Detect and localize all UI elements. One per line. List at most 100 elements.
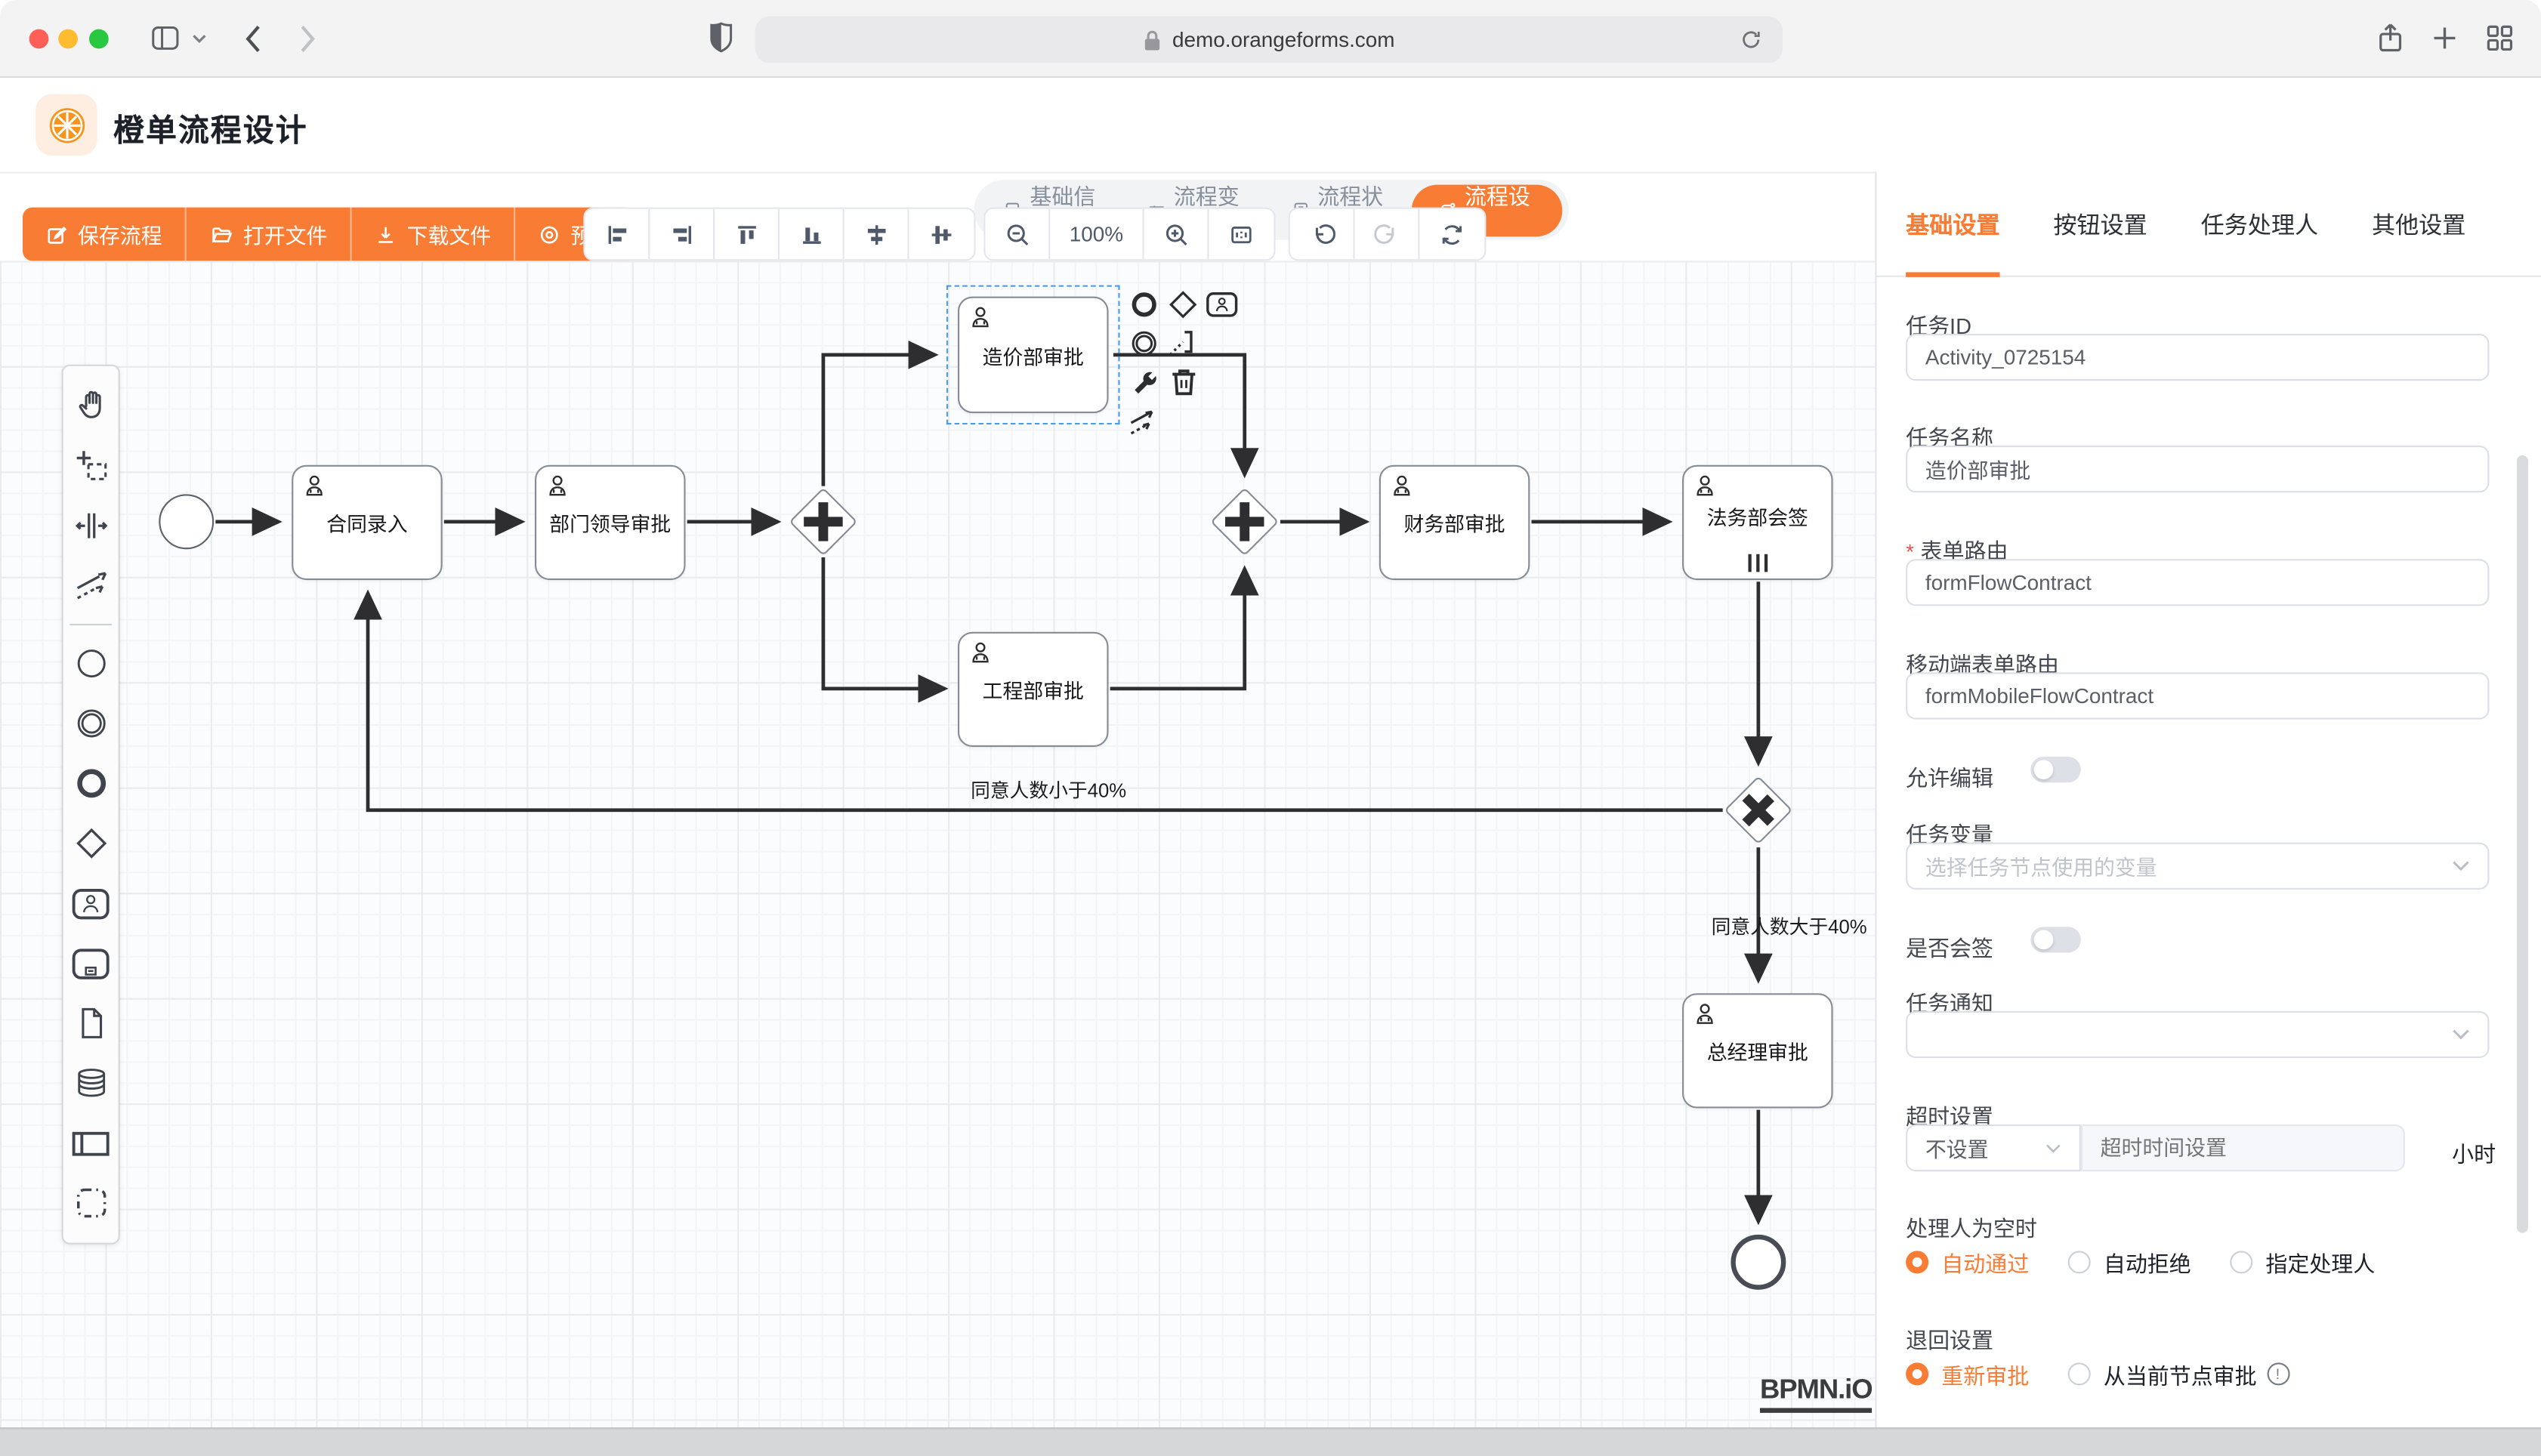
edge-label-gt40[interactable]: 同意人数大于40% (1712, 912, 1867, 939)
align-bottom-button[interactable] (780, 209, 844, 260)
align-center-horizontal-button[interactable] (844, 209, 909, 260)
chevron-down-icon[interactable] (191, 32, 207, 45)
fit-viewport-button[interactable] (1209, 209, 1274, 260)
append-text-annotation-icon[interactable] (1166, 325, 1201, 361)
task-id-input[interactable] (1906, 334, 2489, 381)
info-icon[interactable]: ! (2266, 1362, 2289, 1385)
parallel-gateway-split[interactable] (789, 488, 857, 556)
edge-gateway1-to-cost[interactable] (823, 355, 935, 486)
back-button[interactable] (243, 23, 263, 55)
minimize-window-button[interactable] (58, 29, 78, 49)
tab-basic-settings[interactable]: 基础设置 (1906, 171, 1999, 276)
global-connect-tool-icon[interactable] (66, 556, 115, 615)
timeout-mode-select[interactable]: 不设置 (1906, 1124, 2081, 1171)
edge-engineering-to-gateway2[interactable] (1110, 569, 1245, 689)
redo-button[interactable] (1355, 209, 1420, 260)
task-node-dept-leader[interactable]: 部门领导审批 (535, 465, 686, 580)
edge-label-lt40[interactable]: 同意人数小于40% (971, 776, 1119, 804)
radio-assign-handler[interactable] (2230, 1251, 2252, 1273)
gateway-shape-icon[interactable] (66, 813, 115, 873)
task-node-cost-dept[interactable]: 造价部审批 (958, 297, 1109, 413)
download-file-button[interactable]: 下载文件 (352, 208, 516, 261)
task-node-finance-dept[interactable]: 财务部审批 (1379, 465, 1530, 580)
connect-tool-icon[interactable] (1126, 403, 1162, 439)
maximize-window-button[interactable] (89, 29, 109, 49)
radio-from-current-node[interactable] (2068, 1362, 2091, 1385)
bpmn-io-watermark[interactable]: BPMN.iO (1760, 1374, 1873, 1412)
share-icon[interactable] (2376, 21, 2405, 55)
align-left-button[interactable] (585, 209, 650, 260)
radio-auto-reject[interactable] (2068, 1251, 2091, 1273)
lock-icon (1143, 29, 1162, 51)
align-center-vertical-button[interactable] (909, 209, 974, 260)
task-notify-select[interactable] (1906, 1011, 2489, 1058)
zoom-level: 100% (1050, 209, 1144, 260)
task-name-input[interactable] (1906, 446, 2489, 492)
task-node-engineering-dept[interactable]: 工程部审批 (958, 632, 1109, 747)
window-bottom-bar (0, 1427, 2541, 1456)
task-node-general-manager[interactable]: 总经理审批 (1682, 993, 1833, 1108)
parallel-gateway-join[interactable] (1211, 488, 1279, 556)
tab-button-settings[interactable]: 按钮设置 (2053, 171, 2147, 276)
reload-icon[interactable] (1739, 27, 1763, 51)
group-shape-icon[interactable] (66, 1173, 115, 1232)
download-icon (375, 223, 397, 245)
allow-edit-toggle[interactable] (2030, 757, 2081, 782)
task-node-contract-entry[interactable]: 合同录入 (292, 465, 443, 580)
align-top-button[interactable] (715, 209, 780, 260)
append-intermediate-event-icon[interactable] (1126, 325, 1162, 361)
edge-gateway1-to-engineering[interactable] (823, 557, 945, 689)
radio-auto-approve[interactable] (1906, 1251, 1928, 1273)
append-gateway-icon[interactable] (1166, 287, 1201, 322)
panel-scrollbar[interactable] (2517, 455, 2528, 1233)
mobile-form-route-input[interactable] (1906, 672, 2489, 719)
app-header: 橙单流程设计 基础信息 流程变量 流程状态 流程设计 切换 保存 返回 (0, 78, 2541, 171)
participant-shape-icon[interactable] (66, 1113, 115, 1173)
data-object-shape-icon[interactable] (66, 993, 115, 1053)
user-task-shape-icon[interactable] (66, 873, 115, 933)
intermediate-event-shape-icon[interactable] (66, 693, 115, 753)
close-window-button[interactable] (29, 29, 49, 49)
delete-trash-icon[interactable] (1166, 365, 1201, 400)
zoom-in-button[interactable] (1144, 209, 1209, 260)
chevron-down-icon (2452, 860, 2470, 871)
countersign-toggle[interactable] (2030, 927, 2081, 952)
task-variable-select[interactable]: 选择任务节点使用的变量 (1906, 843, 2489, 890)
sidebar-icon[interactable] (151, 24, 181, 51)
space-tool-icon[interactable] (66, 496, 115, 556)
tab-overview-icon[interactable] (2486, 24, 2513, 51)
change-type-wrench-icon[interactable] (1126, 365, 1162, 400)
timeout-value-input[interactable] (2081, 1124, 2405, 1171)
hand-tool-icon[interactable] (66, 376, 115, 436)
browser-toolbar: demo.orangeforms.com (0, 0, 2541, 78)
file-toolbar: 保存流程 打开文件 下载文件 预览 (23, 208, 635, 261)
start-event-shape-icon[interactable] (66, 634, 115, 693)
data-store-shape-icon[interactable] (66, 1053, 115, 1113)
new-tab-icon[interactable] (2431, 24, 2458, 51)
bpmn-canvas[interactable]: 同意人数小于40% 同意人数大于40% 合同录入 部门领导审批 工程部审批 财务… (0, 261, 1875, 1427)
exclusive-gateway[interactable] (1724, 776, 1792, 844)
edit-icon (45, 223, 68, 245)
tab-other-settings[interactable]: 其他设置 (2372, 171, 2465, 276)
end-event[interactable] (1731, 1235, 1786, 1290)
align-right-button[interactable] (650, 209, 715, 260)
append-end-event-icon[interactable] (1126, 287, 1162, 322)
zoom-out-button[interactable] (985, 209, 1050, 260)
address-bar[interactable]: demo.orangeforms.com (755, 16, 1783, 63)
undo-button[interactable] (1290, 209, 1355, 260)
start-event[interactable] (159, 494, 214, 549)
subprocess-shape-icon[interactable] (66, 933, 115, 993)
radio-restart-approval[interactable] (1906, 1362, 1928, 1385)
append-user-task-icon[interactable] (1204, 287, 1240, 322)
align-toolbar (583, 208, 975, 261)
forward-button[interactable] (298, 23, 318, 55)
task-node-legal-dept[interactable]: 法务部会签 (1682, 465, 1833, 580)
save-flow-button[interactable]: 保存流程 (23, 208, 187, 261)
lasso-tool-icon[interactable] (66, 436, 115, 495)
privacy-shield-icon[interactable] (709, 21, 734, 55)
refresh-button[interactable] (1419, 209, 1484, 260)
form-route-input[interactable] (1906, 559, 2489, 606)
open-file-button[interactable]: 打开文件 (187, 208, 352, 261)
end-event-shape-icon[interactable] (66, 754, 115, 813)
tab-task-assignee[interactable]: 任务处理人 (2201, 171, 2319, 276)
